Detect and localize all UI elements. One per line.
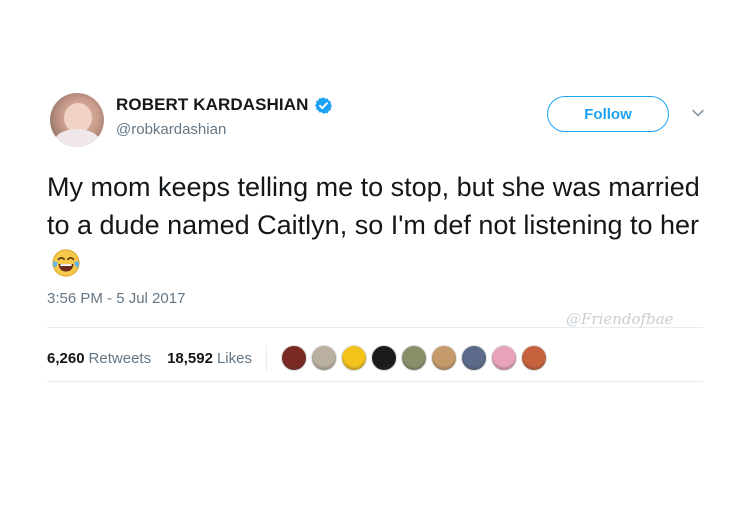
tweet-stats: 6,260 Retweets 18,592 Likes xyxy=(47,345,547,371)
liker-avatar[interactable] xyxy=(491,345,517,371)
user-handle[interactable]: @robkardashian xyxy=(116,121,226,138)
tweet-text: My mom keeps telling me to stop, but she… xyxy=(47,168,707,282)
liker-avatar[interactable] xyxy=(431,345,457,371)
liker-avatar[interactable] xyxy=(341,345,367,371)
avatar-body xyxy=(54,129,100,147)
follow-button[interactable]: Follow xyxy=(547,96,669,132)
liker-avatar[interactable] xyxy=(521,345,547,371)
display-name[interactable]: ROBERT KARDASHIAN xyxy=(116,95,308,115)
divider xyxy=(47,381,703,382)
avatar[interactable] xyxy=(50,93,104,147)
liker-avatar[interactable] xyxy=(401,345,427,371)
face-with-tears-of-joy-icon xyxy=(52,249,80,277)
liker-avatars xyxy=(281,345,547,371)
retweets-label[interactable]: Retweets xyxy=(89,350,152,367)
author-name-row: ROBERT KARDASHIAN xyxy=(116,95,333,115)
verified-badge-icon xyxy=(315,96,333,114)
chevron-down-icon[interactable] xyxy=(691,106,705,120)
liker-avatar[interactable] xyxy=(311,345,337,371)
retweets-count[interactable]: 6,260 xyxy=(47,350,85,367)
liker-avatar[interactable] xyxy=(281,345,307,371)
likes-count[interactable]: 18,592 xyxy=(167,350,213,367)
stats-separator xyxy=(266,345,267,371)
divider xyxy=(47,327,703,328)
tweet-text-content: My mom keeps telling me to stop, but she… xyxy=(47,172,700,240)
tweet-timestamp[interactable]: 3:56 PM - 5 Jul 2017 xyxy=(47,290,185,307)
watermark: @Friendofbae xyxy=(566,310,674,328)
liker-avatar[interactable] xyxy=(371,345,397,371)
likes-label[interactable]: Likes xyxy=(217,350,252,367)
liker-avatar[interactable] xyxy=(461,345,487,371)
